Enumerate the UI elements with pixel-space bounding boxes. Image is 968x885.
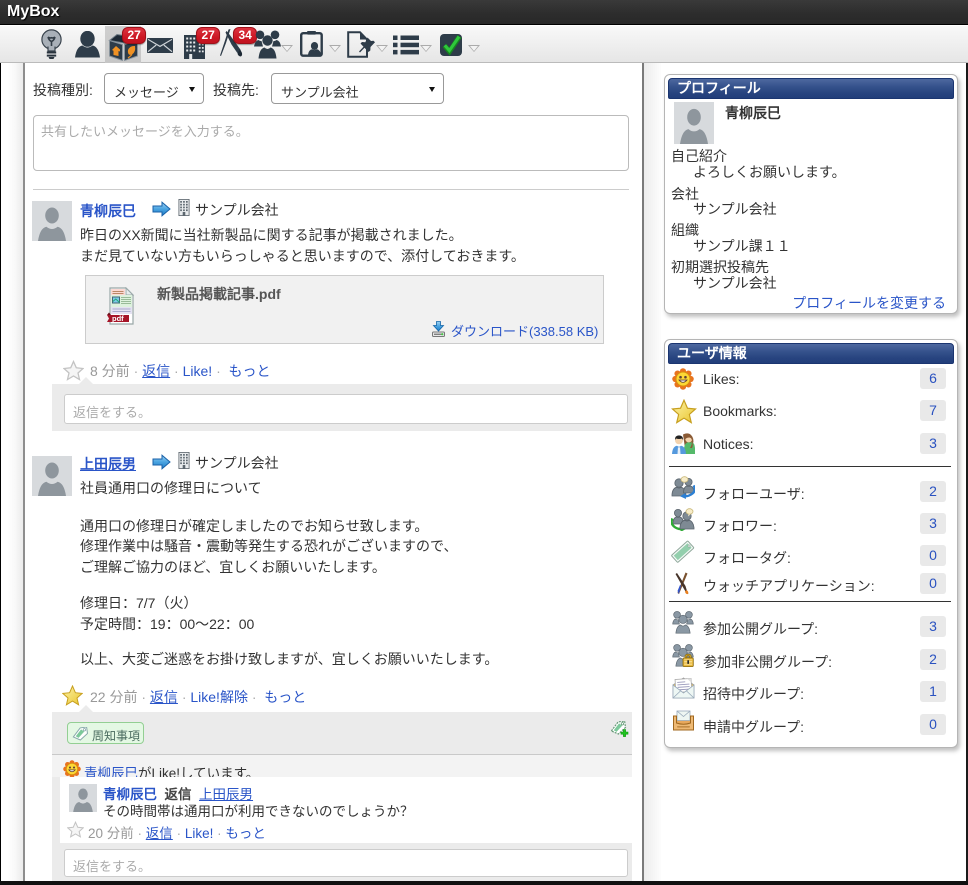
- svg-text:pdf: pdf: [112, 314, 124, 323]
